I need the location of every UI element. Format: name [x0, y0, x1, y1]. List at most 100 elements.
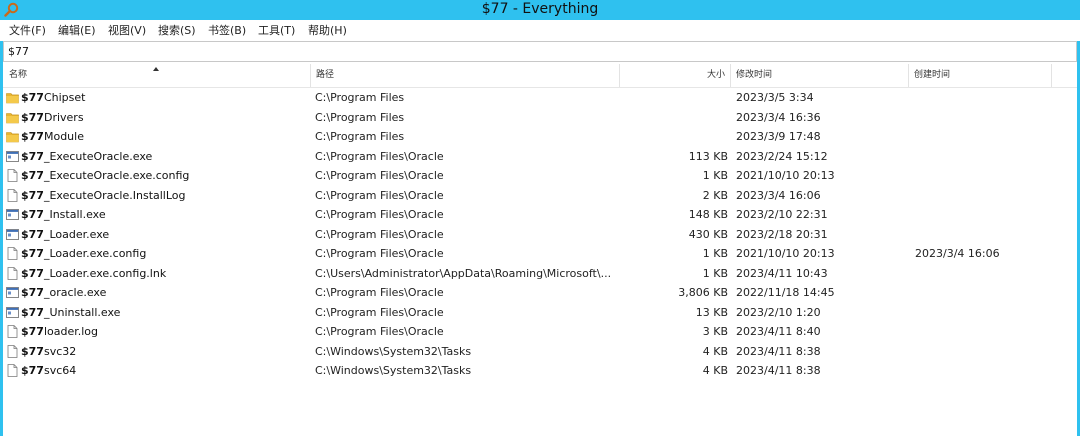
file-name: $77_oracle.exe — [21, 283, 306, 303]
menu-tools[interactable]: 工具(T) — [257, 20, 296, 41]
file-name-rest: Drivers — [43, 110, 84, 124]
result-row[interactable]: $77_Loader.exe.config C:\Program Files\Or… — [3, 244, 1077, 264]
search-input[interactable] — [4, 42, 1076, 61]
result-row[interactable]: $77Chipset C:\Program Files 2023/3/5 3:34 — [3, 88, 1077, 108]
file-modified: 2023/3/4 16:36 — [736, 110, 821, 124]
result-row[interactable]: $77_Loader.exe C:\Program Files\Oracle 430… — [3, 225, 1077, 245]
file-path: C:\Program Files — [315, 91, 405, 104]
file-modified: 2023/4/11 10:43 — [736, 266, 828, 280]
file-size: 4 KB — [702, 344, 728, 358]
search-box — [3, 41, 1077, 62]
file-path: C:\Program Files — [315, 110, 405, 124]
result-row[interactable]: $77svc32 C:\Windows\System32\Tasks 4 KB 202… — [3, 342, 1077, 362]
file-modified: 2023/2/18 20:31 — [736, 227, 828, 241]
file-modified: 2023/3/9 17:48 — [736, 130, 821, 143]
column-header-modified[interactable]: 修改时间 — [731, 64, 909, 87]
file-path: C:\Program Files\Oracle — [315, 227, 444, 241]
column-header-created[interactable]: 创建时间 — [909, 64, 1052, 87]
file-name-rest: Chipset — [43, 91, 86, 104]
file-size: 1 KB — [702, 169, 728, 182]
menu-file[interactable]: 文件(F) — [8, 20, 47, 41]
file-name: $77_ExecuteOracle.exe — [21, 147, 306, 167]
column-header-size-label: 大小 — [706, 70, 725, 80]
column-header-path[interactable]: 路径 — [311, 64, 620, 87]
result-row[interactable]: $77_Uninstall.exe C:\Program Files\Oracle… — [3, 303, 1077, 323]
menu-edit[interactable]: 编辑(E) — [57, 20, 97, 41]
file-name: $77_ExecuteOracle.InstallLog — [21, 186, 306, 206]
file-name-rest: _Uninstall.exe — [43, 305, 121, 319]
window-title: $77 - Everything — [481, 1, 599, 17]
menu-help[interactable]: 帮助(H) — [307, 20, 348, 41]
result-row[interactable]: $77_Loader.exe.config.lnk C:\Users\Admini… — [3, 264, 1077, 284]
menu-bookmarks[interactable]: 书签(B) — [207, 20, 247, 41]
file-name-rest: _Install.exe — [43, 208, 106, 221]
file-path: C:\Program Files\Oracle — [315, 325, 444, 338]
file-modified: 2023/4/11 8:38 — [736, 364, 821, 377]
file-size: 4 KB — [702, 364, 728, 377]
file-name-match: $77 — [21, 305, 44, 319]
file-name-rest: _ExecuteOracle.exe — [43, 149, 153, 163]
file-name-rest: _Loader.exe.config — [43, 247, 147, 260]
result-row[interactable]: $77_ExecuteOracle.exe C:\Program Files\Or… — [3, 147, 1077, 167]
menu-search[interactable]: 搜索(S) — [157, 20, 197, 41]
file-name-rest: svc64 — [43, 364, 77, 377]
result-row[interactable]: $77_ExecuteOracle.InstallLog C:\Program F… — [3, 186, 1077, 206]
file-size: 113 KB — [688, 149, 728, 163]
result-row[interactable]: $77Module C:\Program Files 2023/3/9 17:48 — [3, 127, 1077, 147]
result-row[interactable]: $77_oracle.exe C:\Program Files\Oracle 3,8… — [3, 283, 1077, 303]
file-name-match: $77 — [21, 344, 44, 358]
result-row[interactable]: $77svc64 C:\Windows\System32\Tasks 4 KB 202… — [3, 361, 1077, 381]
exe-icon — [6, 286, 19, 299]
file-size: 1 KB — [702, 247, 728, 260]
file-name-match: $77 — [21, 188, 44, 202]
file-name-rest: _Loader.exe — [43, 227, 110, 241]
file-modified: 2023/4/11 8:38 — [736, 344, 821, 358]
menu-bar: 文件(F) 编辑(E) 视图(V) 搜索(S) 书签(B) 工具(T) 帮助(H… — [0, 20, 1080, 41]
menu-view[interactable]: 视图(V) — [107, 20, 147, 41]
folder-icon — [6, 111, 19, 124]
file-name-rest: _ExecuteOracle.InstallLog — [43, 188, 186, 202]
file-name-match: $77 — [21, 110, 44, 124]
file-icon — [6, 188, 19, 202]
file-icon — [6, 247, 19, 260]
folder-icon — [6, 91, 19, 104]
file-path: C:\Program Files\Oracle — [315, 247, 444, 260]
file-path: C:\Windows\System32\Tasks — [315, 344, 472, 358]
file-path: C:\Program Files\Oracle — [315, 188, 444, 202]
file-created: 2023/3/4 16:06 — [915, 247, 1000, 260]
column-header-size[interactable]: 大小 — [620, 64, 731, 87]
result-row[interactable]: $77loader.log C:\Program Files\Oracle 3 KB… — [3, 322, 1077, 342]
file-size: 1 KB — [702, 266, 728, 280]
file-modified: 2022/11/18 14:45 — [736, 286, 835, 299]
exe-icon — [6, 150, 19, 163]
result-row[interactable]: $77_ExecuteOracle.exe.config C:\Program F… — [3, 166, 1077, 186]
title-bar[interactable]: $77 - Everything — [0, 0, 1080, 20]
exe-icon — [6, 208, 19, 221]
file-size: 3,806 KB — [678, 286, 728, 299]
file-size: 13 KB — [695, 305, 728, 319]
file-name-rest: _ExecuteOracle.exe.config — [43, 169, 190, 182]
file-name-rest: loader.log — [43, 325, 99, 338]
file-name-match: $77 — [21, 286, 44, 299]
file-name-match: $77 — [21, 149, 44, 163]
sort-ascending-icon — [153, 67, 159, 71]
file-modified: 2021/10/10 20:13 — [736, 169, 835, 182]
file-path: C:\Program Files — [315, 130, 405, 143]
file-path: C:\Program Files\Oracle — [315, 169, 444, 182]
file-path: C:\Program Files\Oracle — [315, 208, 444, 221]
file-name: $77svc64 — [21, 361, 306, 381]
column-header-name[interactable]: 名称 — [3, 64, 311, 87]
results-list[interactable]: $77 Chipset C:\Program Files 2023/3/5 3:34 $… — [3, 88, 1077, 434]
file-name-rest: svc32 — [43, 344, 77, 358]
file-name: $77_Uninstall.exe — [21, 303, 306, 323]
file-name: $77_ExecuteOracle.exe.config — [21, 166, 306, 186]
file-icon — [6, 344, 19, 358]
result-row[interactable]: $77Drivers C:\Program Files 2023/3/4 16:36 — [3, 108, 1077, 128]
file-name: $77Module — [21, 127, 306, 147]
file-name: $77_Loader.exe.config.lnk — [21, 264, 306, 284]
result-row[interactable]: $77_Install.exe C:\Program Files\Oracle 14… — [3, 205, 1077, 225]
file-modified: 2023/3/5 3:34 — [736, 91, 814, 104]
column-header: 名称 路径 大小 修改时间 创建时间 — [3, 64, 1077, 88]
file-icon — [6, 325, 19, 338]
file-name-match: $77 — [21, 169, 44, 182]
